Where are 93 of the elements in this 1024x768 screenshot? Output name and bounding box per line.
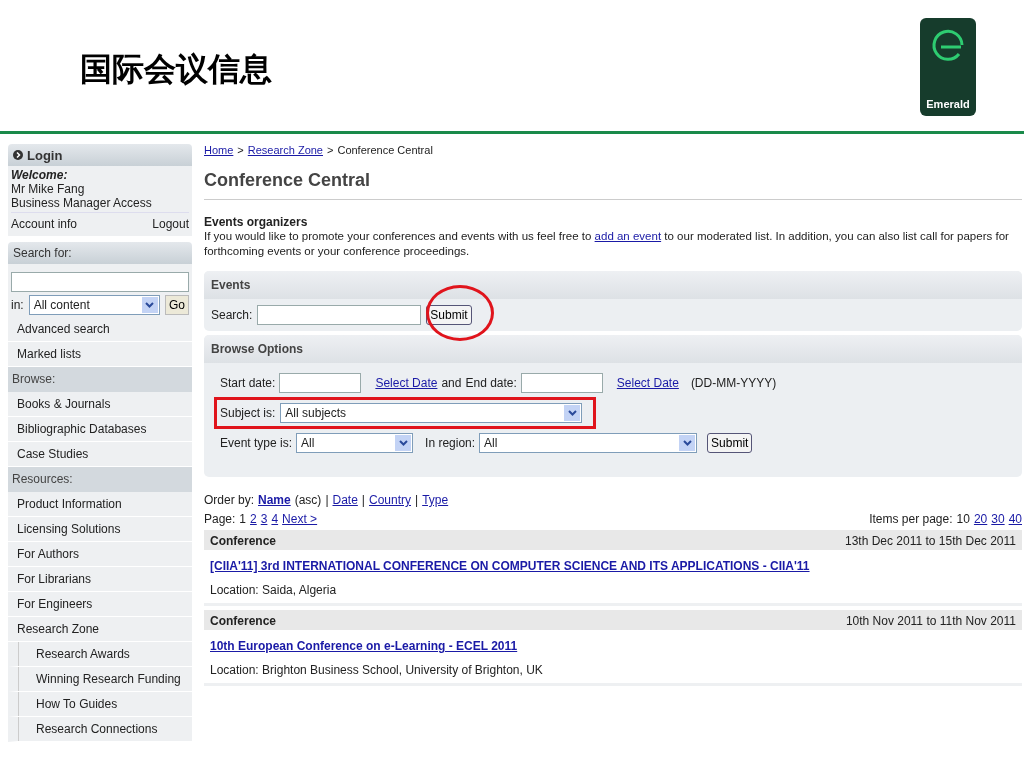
page-size-link[interactable]: 20 bbox=[973, 512, 988, 526]
user-name: Mr Mike Fang bbox=[11, 182, 86, 196]
page-link[interactable]: 2 bbox=[250, 512, 257, 526]
page-link[interactable]: 4 bbox=[271, 512, 279, 526]
subject-dropdown[interactable]: All subjects bbox=[280, 403, 583, 423]
sidebar-item[interactable]: Licensing Solutions bbox=[8, 517, 192, 542]
separator: | bbox=[415, 493, 419, 507]
page-size-link[interactable]: 30 bbox=[991, 512, 1005, 526]
breadcrumb-separator: > bbox=[237, 144, 244, 156]
subject-label: Subject is: bbox=[220, 406, 276, 420]
section-heading: Events organizers bbox=[204, 215, 309, 229]
event-dates: 10th Nov 2011 to 11th Nov 2011 bbox=[845, 614, 1016, 626]
panel-header: Events bbox=[204, 271, 1022, 299]
logo-text: Emerald bbox=[926, 98, 970, 110]
submit-button[interactable]: Submit bbox=[426, 305, 472, 325]
intro-text: If you would like to promote your conferences and events with us feel free to add an event to our moderated list. In addition, you can also list call for papers for forthcoming events or your conference proceedings. bbox=[204, 229, 1010, 259]
sidebar-item[interactable]: Research Awards bbox=[8, 642, 192, 667]
sort-direction: (asc) bbox=[294, 493, 322, 507]
search-label: Search: bbox=[211, 308, 253, 322]
separator: | bbox=[361, 493, 365, 507]
event-location: Location: Brighton Business School, University of Brighton, UK bbox=[210, 663, 544, 677]
page-label: Page: bbox=[204, 512, 236, 526]
separator: | bbox=[325, 493, 329, 507]
select-date-link[interactable]: Select Date bbox=[375, 376, 438, 390]
login-header[interactable]: Login bbox=[8, 144, 192, 166]
items-per-page-label: Items per page: bbox=[869, 512, 953, 526]
sidebar-item[interactable]: For Authors bbox=[8, 542, 192, 567]
breadcrumb-separator: > bbox=[327, 144, 334, 156]
event-search-field[interactable] bbox=[257, 305, 422, 325]
search-header: Search for: bbox=[8, 242, 192, 264]
sort-link[interactable]: Country bbox=[369, 493, 411, 507]
breadcrumb-link[interactable]: Home bbox=[204, 144, 234, 156]
event-type: Conference bbox=[210, 534, 277, 546]
chevron-down-icon bbox=[395, 435, 412, 451]
order-by-label: Order by: bbox=[204, 493, 254, 507]
logout-link[interactable]: Logout bbox=[152, 217, 189, 231]
current-page-size: 10 bbox=[956, 512, 970, 526]
event-type-label: Event type is: bbox=[220, 436, 293, 450]
page-size-link[interactable]: 40 bbox=[1008, 512, 1022, 526]
add-event-link[interactable]: add an event bbox=[594, 230, 662, 242]
search-field[interactable] bbox=[11, 272, 189, 292]
submit-button[interactable]: Submit bbox=[707, 433, 753, 453]
chevron-down-icon bbox=[679, 435, 696, 451]
event-dates: 13th Dec 2011 to 15th Dec 2011 bbox=[845, 534, 1016, 546]
page-title: Conference Central bbox=[204, 170, 1022, 200]
slide-title: 国际会议信息 bbox=[80, 49, 272, 90]
page-link[interactable]: 3 bbox=[260, 512, 268, 526]
scope-label: in: bbox=[11, 298, 24, 312]
region-dropdown[interactable]: All bbox=[479, 433, 698, 453]
sidebar-item[interactable]: Product Information bbox=[8, 492, 192, 517]
sidebar-item[interactable]: Marked lists bbox=[8, 342, 192, 367]
next-page-link[interactable]: Next > bbox=[282, 512, 318, 526]
current-page: 1 bbox=[239, 512, 247, 526]
breadcrumb-current: Conference Central bbox=[337, 144, 433, 156]
event-type-dropdown[interactable]: All bbox=[296, 433, 414, 453]
go-button[interactable]: Go bbox=[165, 295, 189, 315]
select-date-link[interactable]: Select Date bbox=[616, 376, 679, 390]
login-title: Login bbox=[27, 147, 63, 163]
end-date-label: End date: bbox=[465, 376, 517, 390]
start-date-field[interactable] bbox=[279, 373, 362, 393]
sort-link[interactable]: Date bbox=[332, 493, 358, 507]
sidebar-section-header: Resources: bbox=[8, 467, 192, 492]
and-label: and bbox=[441, 376, 462, 390]
sidebar-item[interactable]: Advanced search bbox=[8, 317, 192, 342]
access-level: Business Manager Access bbox=[11, 196, 153, 210]
sort-link[interactable]: Type bbox=[422, 493, 449, 507]
circle-arrow-icon bbox=[13, 150, 23, 160]
sidebar-item[interactable]: Research Zone bbox=[8, 617, 192, 642]
sidebar-item[interactable]: Winning Research Funding bbox=[8, 667, 192, 692]
sidebar-section-header: Browse: bbox=[8, 367, 192, 392]
start-date-label: Start date: bbox=[220, 376, 276, 390]
account-info-link[interactable]: Account info bbox=[11, 217, 78, 231]
panel-header: Browse Options bbox=[204, 335, 1022, 363]
sidebar-item[interactable]: For Engineers bbox=[8, 592, 192, 617]
sidebar-item[interactable]: For Librarians bbox=[8, 567, 192, 592]
event-title-link[interactable]: 10th European Conference on e-Learning - ECEL 2011 bbox=[210, 639, 518, 653]
sidebar-item[interactable]: Bibliographic Databases bbox=[8, 417, 192, 442]
chevron-down-icon bbox=[142, 297, 158, 313]
sidebar-item[interactable]: Research Connections bbox=[8, 717, 192, 742]
end-date-field[interactable] bbox=[520, 373, 603, 393]
sidebar-item[interactable]: Books & Journals bbox=[8, 392, 192, 417]
chevron-down-icon bbox=[564, 405, 581, 421]
event-title-link[interactable]: [CIIA'11] 3rd INTERNATIONAL CONFERENCE ON COMPUTER SCIENCE AND ITS APPLICATIONS - CIIA'11 bbox=[210, 559, 810, 573]
event-location: Location: Saida, Algeria bbox=[210, 583, 338, 597]
region-label: In region: bbox=[425, 436, 476, 450]
date-format-hint: (DD-MM-YYYY) bbox=[690, 376, 777, 390]
sidebar-item[interactable]: How To Guides bbox=[8, 692, 192, 717]
event-type: Conference bbox=[210, 614, 277, 626]
welcome-label: Welcome: bbox=[11, 168, 69, 182]
sort-link[interactable]: Name bbox=[258, 493, 291, 507]
breadcrumb-link[interactable]: Research Zone bbox=[247, 144, 323, 156]
scope-dropdown[interactable]: All content bbox=[28, 295, 160, 315]
sidebar-item[interactable]: Case Studies bbox=[8, 442, 192, 467]
